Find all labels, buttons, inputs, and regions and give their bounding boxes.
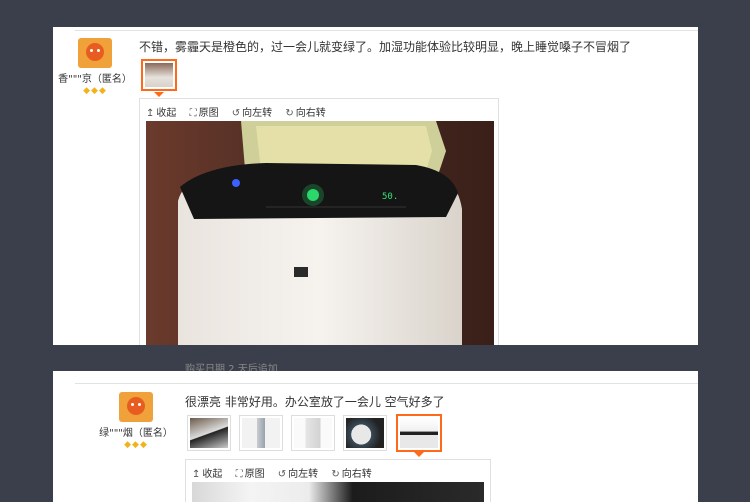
thumbnail-image <box>242 418 280 448</box>
reviewer-name: 绿"""烟（匿名） <box>99 428 173 439</box>
thumbnail-image <box>190 418 228 448</box>
rotate-left-label: 向左转 <box>242 108 273 119</box>
rotate-left-button[interactable]: ↺ 向左转 <box>232 108 272 119</box>
thumbnail-image <box>400 418 438 448</box>
rotate-right-label: 向右转 <box>341 469 372 480</box>
rotate-right-icon: ↻ <box>285 108 294 119</box>
original-label: 原图 <box>244 469 265 480</box>
photo-toolbar: ↥ 收起 ⛶ 原图 ↺ 向左转 ↻ 向右转 <box>192 465 382 480</box>
rotate-left-label: 向左转 <box>288 469 319 480</box>
avatar-face-icon <box>86 43 104 61</box>
original-image-button[interactable]: ⛶ 原图 <box>190 108 219 119</box>
review-comment: 很漂亮 非常好用。办公室放了一会儿 空气好多了 <box>185 395 445 409</box>
thumbnail-image <box>294 418 332 448</box>
review-card-2: 绿"""烟（匿名） ◆◆◆ 很漂亮 非常好用。办公室放了一会儿 空气好多了 ↥ 收… <box>53 371 698 502</box>
rotate-left-icon: ↺ <box>277 469 287 480</box>
rotate-left-button[interactable]: ↺ 向左转 <box>278 469 318 480</box>
member-level-diamonds-icon: ◆◆◆ <box>124 440 148 450</box>
original-image-button[interactable]: ⛶ 原图 <box>236 469 265 480</box>
rotate-right-button[interactable]: ↻ 向右转 <box>331 469 371 480</box>
photo-thumbnail-active[interactable] <box>396 414 442 452</box>
collapse-button[interactable]: ↥ 收起 <box>192 469 222 480</box>
photo-viewer: ↥ 收起 ⛶ 原图 ↺ 向左转 ↻ 向右转 <box>185 459 491 502</box>
review-photo[interactable]: 50. <box>146 121 494 345</box>
thumbnail-image <box>346 418 384 448</box>
photo-thumbnail-1[interactable] <box>187 415 231 451</box>
fullscreen-icon: ⛶ <box>189 108 197 119</box>
rotate-right-icon: ↻ <box>331 469 340 480</box>
divider <box>75 30 698 31</box>
photo-toolbar: ↥ 收起 ⛶ 原图 ↺ 向左转 ↻ 向右转 <box>146 104 336 119</box>
photo-thumbnail-4[interactable] <box>343 415 387 451</box>
display-reading: 50. <box>382 192 398 202</box>
avatar <box>78 38 112 68</box>
rotate-right-button[interactable]: ↻ 向右转 <box>285 108 325 119</box>
up-arrow-icon: ↥ <box>192 469 201 480</box>
reviewer-name: 香"""京（匿名） <box>58 74 132 85</box>
thumbnail-pointer-icon <box>154 92 164 97</box>
original-label: 原图 <box>198 108 219 119</box>
avatar-face-icon <box>127 397 145 415</box>
divider <box>75 383 698 384</box>
photo-thumbnail-2[interactable] <box>239 415 283 451</box>
up-arrow-icon: ↥ <box>146 108 155 119</box>
rotate-right-label: 向右转 <box>295 108 326 119</box>
rotate-left-icon: ↺ <box>231 108 241 119</box>
avatar <box>119 392 153 422</box>
fullscreen-icon: ⛶ <box>235 469 243 480</box>
thumbnail-image <box>145 63 173 87</box>
thumbnail-pointer-icon <box>414 452 424 457</box>
review-photo[interactable] <box>192 482 484 502</box>
photo-thumbnail-3[interactable] <box>291 415 335 451</box>
collapse-button[interactable]: ↥ 收起 <box>146 108 176 119</box>
review-card-1: 香"""京（匿名） ◆◆◆ 不错，雾霾天是橙色的，过一会儿就变绿了。加湿功能体验… <box>53 27 698 345</box>
air-purifier-photo: 50. <box>146 121 494 345</box>
collapse-label: 收起 <box>156 108 177 119</box>
collapse-label: 收起 <box>202 469 223 480</box>
reviewer-info: 绿"""烟（匿名） ◆◆◆ <box>96 392 176 450</box>
reviewer-info: 香"""京（匿名） ◆◆◆ <box>55 38 135 96</box>
photo-viewer: ↥ 收起 ⛶ 原图 ↺ 向左转 ↻ 向右转 <box>139 98 499 345</box>
photo-thumbnail-active[interactable] <box>141 59 177 91</box>
member-level-diamonds-icon: ◆◆◆ <box>83 86 107 96</box>
review-comment: 不错，雾霾天是橙色的，过一会儿就变绿了。加湿功能体验比较明显，晚上睡觉嗓子不冒烟… <box>139 40 632 54</box>
